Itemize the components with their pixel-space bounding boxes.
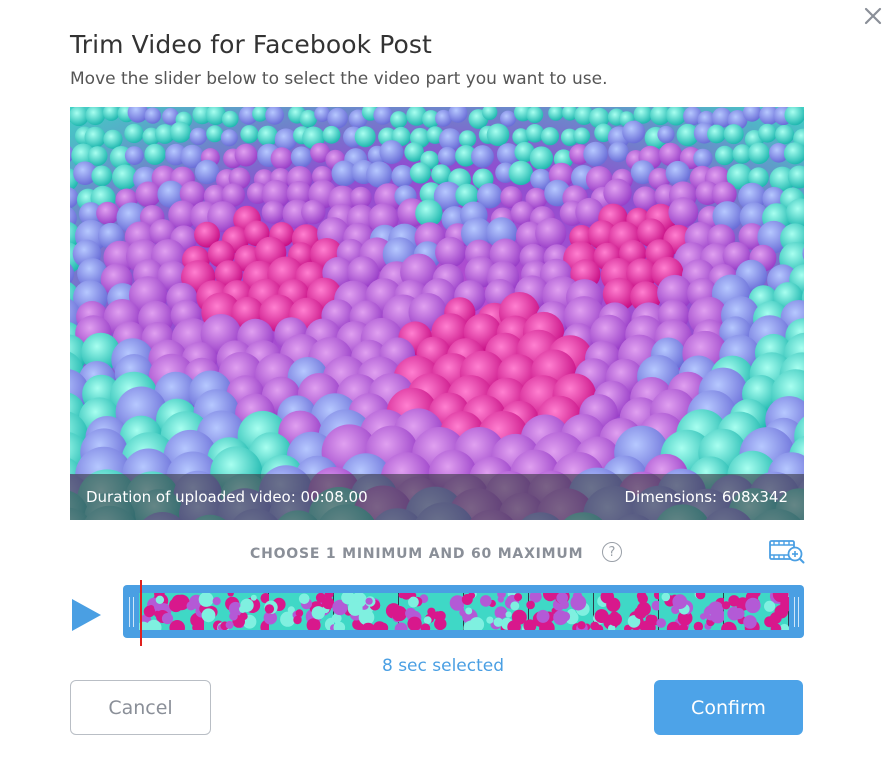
sphere xyxy=(715,145,735,166)
cancel-button[interactable]: Cancel xyxy=(70,680,211,735)
sphere xyxy=(270,147,293,170)
filmstrip-frame xyxy=(263,593,339,630)
grip-icon xyxy=(128,596,134,627)
trim-timeline[interactable] xyxy=(123,585,804,638)
sphere xyxy=(354,126,376,148)
sphere xyxy=(261,200,285,224)
sphere xyxy=(665,160,690,186)
sphere xyxy=(169,121,192,143)
help-icon[interactable]: ? xyxy=(602,542,622,562)
sphere xyxy=(189,127,207,146)
filmstrip-frame xyxy=(198,593,277,630)
sphere xyxy=(390,111,408,129)
sphere xyxy=(221,110,239,128)
video-frame-image xyxy=(70,107,804,520)
trim-start-handle[interactable] xyxy=(123,585,139,638)
sphere xyxy=(526,107,544,124)
dialog-title: Trim Video for Facebook Post xyxy=(70,30,432,59)
sphere xyxy=(693,148,713,168)
sphere xyxy=(431,164,452,185)
sphere xyxy=(500,110,516,127)
sphere xyxy=(573,127,591,145)
sphere xyxy=(234,143,258,167)
sphere xyxy=(438,128,462,151)
sphere xyxy=(220,129,238,147)
sphere xyxy=(668,197,699,228)
sphere xyxy=(257,125,279,147)
sphere xyxy=(707,124,726,144)
sphere xyxy=(535,217,567,249)
sphere xyxy=(486,123,510,147)
sphere xyxy=(124,146,144,165)
video-preview[interactable]: Duration of uploaded video: 00:08.00 Dim… xyxy=(70,107,804,520)
sphere xyxy=(301,199,326,225)
sphere xyxy=(206,125,224,143)
filmstrip-frame xyxy=(139,593,208,630)
sphere xyxy=(409,162,431,184)
filmstrip-frame xyxy=(523,593,593,630)
filmstrip-frame xyxy=(656,593,728,630)
video-info-bar: Duration of uploaded video: 00:08.00 Dim… xyxy=(70,474,804,520)
confirm-button[interactable]: Confirm xyxy=(654,680,803,735)
sphere xyxy=(91,165,113,187)
trim-end-handle[interactable] xyxy=(788,585,804,638)
sphere xyxy=(583,141,608,167)
sphere xyxy=(124,123,144,144)
filmstrip xyxy=(139,593,789,630)
grip-icon xyxy=(793,596,799,627)
sphere xyxy=(723,124,744,145)
sphere xyxy=(435,236,466,268)
sphere xyxy=(135,181,161,208)
sphere xyxy=(322,125,341,144)
sphere xyxy=(529,146,554,170)
sphere xyxy=(194,159,220,185)
sphere xyxy=(603,178,632,207)
trim-constraint-row: CHOOSE 1 MINIMUM AND 60 MAXIMUM ? xyxy=(70,537,805,570)
sphere xyxy=(144,107,161,124)
playhead-marker[interactable] xyxy=(140,580,142,646)
sphere xyxy=(144,143,166,165)
sphere xyxy=(379,140,404,165)
sphere xyxy=(758,123,777,143)
sphere xyxy=(657,125,675,144)
sphere xyxy=(508,160,533,186)
selection-duration: 8 sec selected xyxy=(381,656,505,676)
sphere xyxy=(458,130,477,148)
sphere xyxy=(96,201,120,225)
sphere xyxy=(471,145,494,168)
sphere xyxy=(748,142,770,165)
filmstrip-frame xyxy=(721,593,789,630)
dialog-subtitle: Move the slider below to select the vide… xyxy=(70,69,608,89)
filmstrip-frame xyxy=(590,593,663,630)
play-icon[interactable] xyxy=(70,598,102,632)
film-zoom-icon[interactable] xyxy=(769,537,805,565)
sphere xyxy=(622,120,645,144)
sphere xyxy=(437,146,457,167)
sphere xyxy=(240,125,259,144)
sphere xyxy=(290,146,312,168)
sphere xyxy=(608,141,629,163)
sphere xyxy=(775,125,795,145)
sphere xyxy=(327,107,348,129)
close-icon xyxy=(864,7,882,25)
video-duration: Duration of uploaded video: 00:08.00 xyxy=(86,488,368,506)
trim-constraint-label: CHOOSE 1 MINIMUM AND 60 MAXIMUM xyxy=(250,546,584,562)
sphere xyxy=(540,127,560,146)
filmstrip-frame xyxy=(391,593,470,630)
sphere xyxy=(103,129,123,149)
close-button[interactable] xyxy=(860,3,886,29)
video-dimensions: Dimensions: 608x342 xyxy=(624,488,788,506)
